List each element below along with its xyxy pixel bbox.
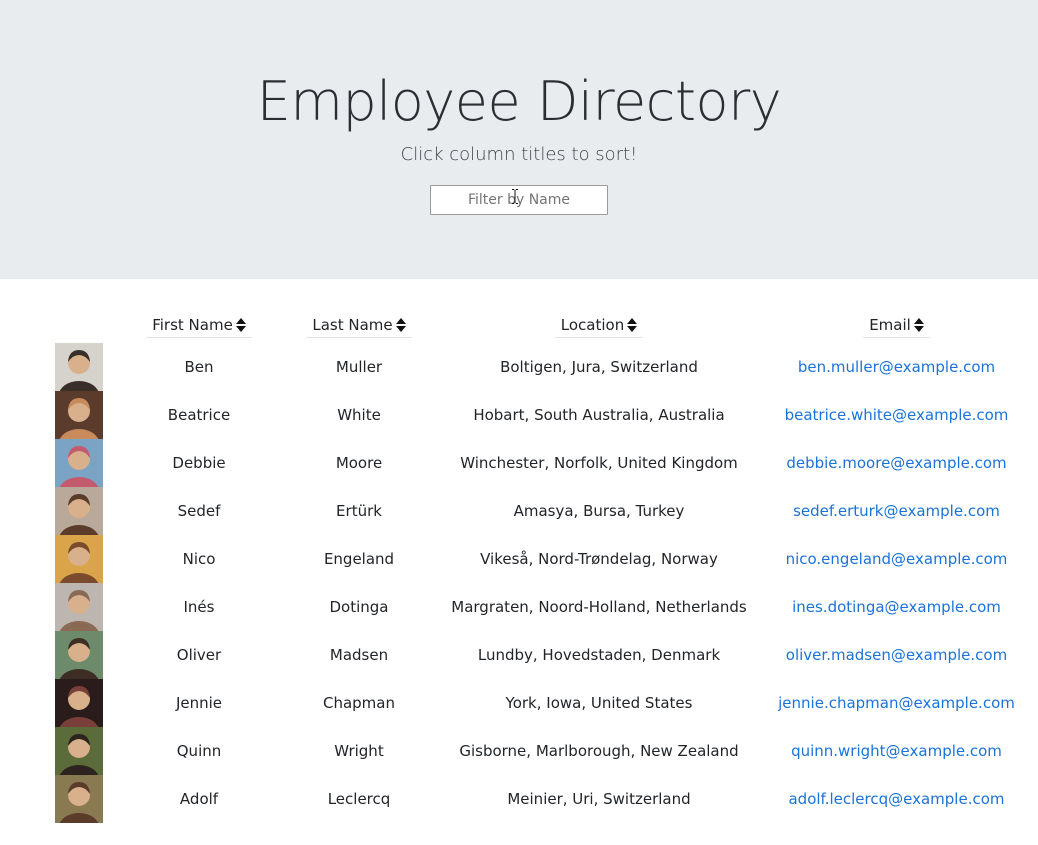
last-name-cell: Leclercq: [327, 790, 391, 808]
last-name-cell: Chapman: [322, 694, 395, 712]
last-name-cell: Dotinga: [329, 598, 389, 616]
table-row: Oliver Madsen Lundby, Hovedstaden, Denma…: [40, 631, 1018, 679]
first-name-cell: Ben: [184, 358, 214, 376]
location-cell: Vikeså, Nord-Trøndelag, Norway: [480, 550, 718, 568]
page-subtitle: Click column titles to sort!: [400, 144, 638, 165]
employee-table: First Name Last Name Location Email Ben …: [40, 307, 1018, 823]
avatar: [55, 775, 103, 823]
table-row: Nico Engeland Vikeså, Nord-Trøndelag, No…: [40, 535, 1018, 583]
filter-by-name-input[interactable]: [430, 185, 608, 215]
first-name-cell: Inés: [183, 598, 215, 616]
email-link[interactable]: quinn.wright@example.com: [791, 742, 1002, 760]
table-row: Jennie Chapman York, Iowa, United States…: [40, 679, 1018, 727]
table-row: Debbie Moore Winchester, Norfolk, United…: [40, 439, 1018, 487]
first-name-cell: Debbie: [172, 454, 226, 472]
avatar: [55, 631, 103, 679]
jumbotron-header: Employee Directory Click column titles t…: [0, 0, 1038, 279]
email-link[interactable]: sedef.erturk@example.com: [793, 502, 1000, 520]
sort-icon: [913, 318, 924, 332]
avatar: [55, 439, 103, 487]
last-name-cell: Madsen: [329, 646, 389, 664]
avatar: [55, 391, 103, 439]
first-name-cell: Nico: [182, 550, 216, 568]
sort-last-name-button[interactable]: Last Name: [306, 312, 412, 338]
location-cell: Winchester, Norfolk, United Kingdom: [460, 454, 738, 472]
table-row: Beatrice White Hobart, South Australia, …: [40, 391, 1018, 439]
location-cell: Margraten, Noord-Holland, Netherlands: [451, 598, 747, 616]
sort-icon: [627, 318, 638, 332]
last-name-cell: Moore: [335, 454, 383, 472]
table-row: Sedef Ertürk Amasya, Bursa, Turkey sedef…: [40, 487, 1018, 535]
location-cell: Boltigen, Jura, Switzerland: [500, 358, 698, 376]
avatar: [55, 679, 103, 727]
avatar-column-header: [40, 307, 103, 343]
table-header-row: First Name Last Name Location Email: [40, 307, 1018, 343]
email-link[interactable]: ines.dotinga@example.com: [792, 598, 1001, 616]
last-name-cell: Ertürk: [336, 502, 382, 520]
first-name-cell: Quinn: [176, 742, 222, 760]
first-name-cell: Oliver: [176, 646, 222, 664]
first-name-cell: Jennie: [175, 694, 223, 712]
email-link[interactable]: adolf.leclercq@example.com: [788, 790, 1004, 808]
last-name-cell: Wright: [334, 742, 384, 760]
sort-email-button[interactable]: Email: [863, 312, 930, 338]
first-name-cell: Sedef: [177, 502, 221, 520]
table-row: Inés Dotinga Margraten, Noord-Holland, N…: [40, 583, 1018, 631]
email-link[interactable]: beatrice.white@example.com: [785, 406, 1009, 424]
sort-location-button[interactable]: Location: [554, 312, 644, 338]
email-link[interactable]: oliver.madsen@example.com: [786, 646, 1007, 664]
last-name-cell: Engeland: [323, 550, 395, 568]
avatar: [55, 535, 103, 583]
email-link[interactable]: nico.engeland@example.com: [786, 550, 1008, 568]
email-link[interactable]: debbie.moore@example.com: [786, 454, 1006, 472]
avatar: [55, 343, 103, 391]
location-cell: Hobart, South Australia, Australia: [473, 406, 725, 424]
text-cursor-icon: [512, 189, 518, 204]
employee-table-body: Ben Muller Boltigen, Jura, Switzerland b…: [40, 343, 1018, 823]
email-link[interactable]: ben.muller@example.com: [798, 358, 995, 376]
sort-icon: [235, 318, 246, 332]
avatar: [55, 583, 103, 631]
table-row: Adolf Leclercq Meinier, Uri, Switzerland…: [40, 775, 1018, 823]
sort-first-name-button[interactable]: First Name: [146, 312, 252, 338]
location-cell: Lundby, Hovedstaden, Denmark: [477, 646, 721, 664]
page-title: Employee Directory: [256, 70, 782, 133]
sort-icon: [395, 318, 406, 332]
location-cell: York, Iowa, United States: [505, 694, 693, 712]
location-cell: Gisborne, Marlborough, New Zealand: [459, 742, 739, 760]
avatar: [55, 487, 103, 535]
first-name-cell: Beatrice: [167, 406, 231, 424]
email-link[interactable]: jennie.chapman@example.com: [778, 694, 1015, 712]
last-name-cell: Muller: [335, 358, 383, 376]
table-row: Quinn Wright Gisborne, Marlborough, New …: [40, 727, 1018, 775]
last-name-cell: White: [337, 406, 381, 424]
location-cell: Meinier, Uri, Switzerland: [507, 790, 691, 808]
location-cell: Amasya, Bursa, Turkey: [513, 502, 685, 520]
first-name-cell: Adolf: [179, 790, 219, 808]
avatar: [55, 727, 103, 775]
table-row: Ben Muller Boltigen, Jura, Switzerland b…: [40, 343, 1018, 391]
